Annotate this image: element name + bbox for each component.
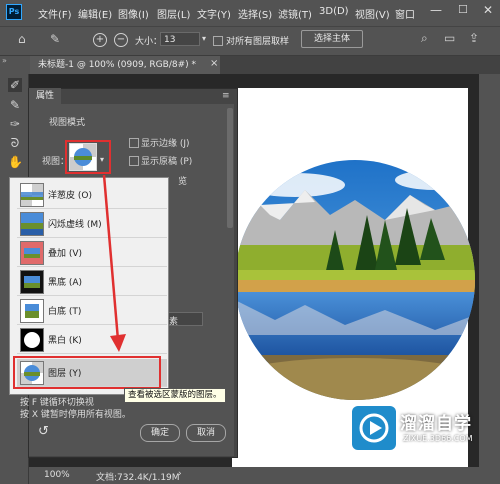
on-black-thumb-icon	[20, 270, 44, 294]
view-mode-onion-skin[interactable]: 洋葱皮 (O)	[17, 181, 167, 209]
view-mode-label: 黑底 (A)	[48, 278, 83, 288]
menu-3d[interactable]: 3D(D)	[319, 6, 349, 17]
view-mode-on-black[interactable]: 黑底 (A)	[17, 268, 167, 296]
size-label: 大小：	[135, 37, 163, 47]
view-mode-label: 黑白 (K)	[48, 336, 82, 346]
show-original-label: 显示原稿 (P)	[141, 157, 193, 167]
cancel-button[interactable]: 取消	[186, 424, 226, 442]
hint-disable-views: 按 X 键暂时停用所有视图。	[20, 410, 131, 420]
ok-button[interactable]: 确定	[140, 424, 180, 442]
document-tab[interactable]: 未标题-1 @ 100% (0909, RGB/8#) *	[30, 56, 220, 74]
menu-filter[interactable]: 滤镜(T)	[278, 6, 312, 21]
select-subject-button[interactable]: 选择主体	[301, 30, 363, 48]
panel-scrollbar[interactable]	[227, 108, 233, 228]
show-edges-label: 显示边缘 (J)	[141, 139, 190, 149]
menu-layer[interactable]: 图层(L)	[157, 6, 190, 21]
properties-tab[interactable]: 属性	[29, 88, 61, 104]
view-mode-section-title: 视图模式	[49, 118, 86, 128]
show-original-checkbox[interactable]	[129, 156, 139, 166]
on-white-thumb-icon	[20, 299, 44, 323]
menu-type[interactable]: 文字(Y)	[197, 6, 231, 21]
quick-selection-tool-icon[interactable]: ✐	[8, 78, 22, 92]
sample-all-layers-checkbox[interactable]	[213, 36, 223, 46]
zoom-level[interactable]: 100%	[44, 470, 70, 480]
collapse-icon[interactable]: »	[2, 56, 7, 65]
refine-edge-brush-icon[interactable]: ✑	[8, 117, 22, 131]
menu-window[interactable]: 窗口	[395, 6, 415, 21]
view-mode-overlay[interactable]: 叠加 (V)	[17, 239, 167, 267]
close-icon[interactable]: ✕	[483, 3, 493, 17]
brush-tool-icon[interactable]: ✎	[8, 98, 22, 112]
chevron-down-icon[interactable]: ▾	[202, 34, 206, 43]
view-thumbnail-highlight	[65, 140, 111, 174]
document-size: 文档:732.4K/1.19M	[96, 473, 180, 483]
tooltip: 查看被选区蒙版的图层。	[124, 388, 226, 403]
home-icon[interactable]: ⌂	[18, 32, 26, 46]
share-icon[interactable]: ⇪	[469, 31, 479, 45]
view-mode-label: 闪烁虚线 (M)	[48, 220, 102, 230]
watermark-url: ZIXUE.3D66.COM	[403, 434, 473, 443]
show-edges-checkbox[interactable]	[129, 138, 139, 148]
photoshop-logo-icon: Ps	[6, 4, 22, 20]
partial-label-preview: 览	[178, 177, 188, 187]
close-tab-icon[interactable]: ×	[210, 58, 218, 69]
maximize-icon[interactable]: ☐	[458, 3, 468, 16]
menu-view[interactable]: 视图(V)	[355, 6, 390, 21]
black-white-thumb-icon	[20, 328, 44, 352]
view-mode-label: 洋葱皮 (O)	[48, 191, 92, 201]
sample-all-layers-label: 对所有图层取样	[226, 37, 290, 47]
minimize-icon[interactable]: —	[430, 3, 442, 17]
on-layers-highlight	[13, 356, 161, 389]
hand-tool-icon[interactable]: ✋	[8, 155, 23, 169]
watermark-name: 溜溜自学	[400, 414, 472, 434]
onion-skin-thumb-icon	[20, 183, 44, 207]
view-mode-on-white[interactable]: 白底 (T)	[17, 297, 167, 325]
view-mode-label: 白底 (T)	[48, 307, 82, 317]
lasso-tool-icon[interactable]: ᘐ	[8, 136, 22, 150]
workspace-icon[interactable]: ▭	[444, 31, 455, 45]
overlay-thumb-icon	[20, 241, 44, 265]
view-mode-black-white[interactable]: 黑白 (K)	[17, 326, 167, 354]
menu-select[interactable]: 选择(S)	[238, 6, 272, 21]
menu-edit[interactable]: 编辑(E)	[78, 6, 112, 21]
view-mode-marching-ants[interactable]: 闪烁虚线 (M)	[17, 210, 167, 238]
marching-ants-thumb-icon	[20, 212, 44, 236]
size-input[interactable]: 13	[160, 32, 200, 46]
add-to-selection-icon[interactable]: +	[93, 33, 107, 47]
subtract-from-selection-icon[interactable]: −	[114, 33, 128, 47]
view-mode-label: 叠加 (V)	[48, 249, 83, 259]
menu-image[interactable]: 图像(I)	[118, 6, 149, 21]
chevron-right-icon[interactable]: ›	[178, 469, 182, 479]
brush-tool-icon[interactable]: ✎	[50, 32, 60, 46]
partial-label-pixels: 素	[169, 317, 179, 327]
panel-menu-icon[interactable]: ≡	[222, 91, 230, 101]
landscape-circle-image	[235, 160, 475, 400]
watermark-logo-icon	[352, 406, 396, 450]
menu-file[interactable]: 文件(F)	[38, 6, 72, 21]
search-icon[interactable]: ⌕	[421, 31, 428, 46]
reset-icon[interactable]: ↺	[38, 424, 49, 439]
